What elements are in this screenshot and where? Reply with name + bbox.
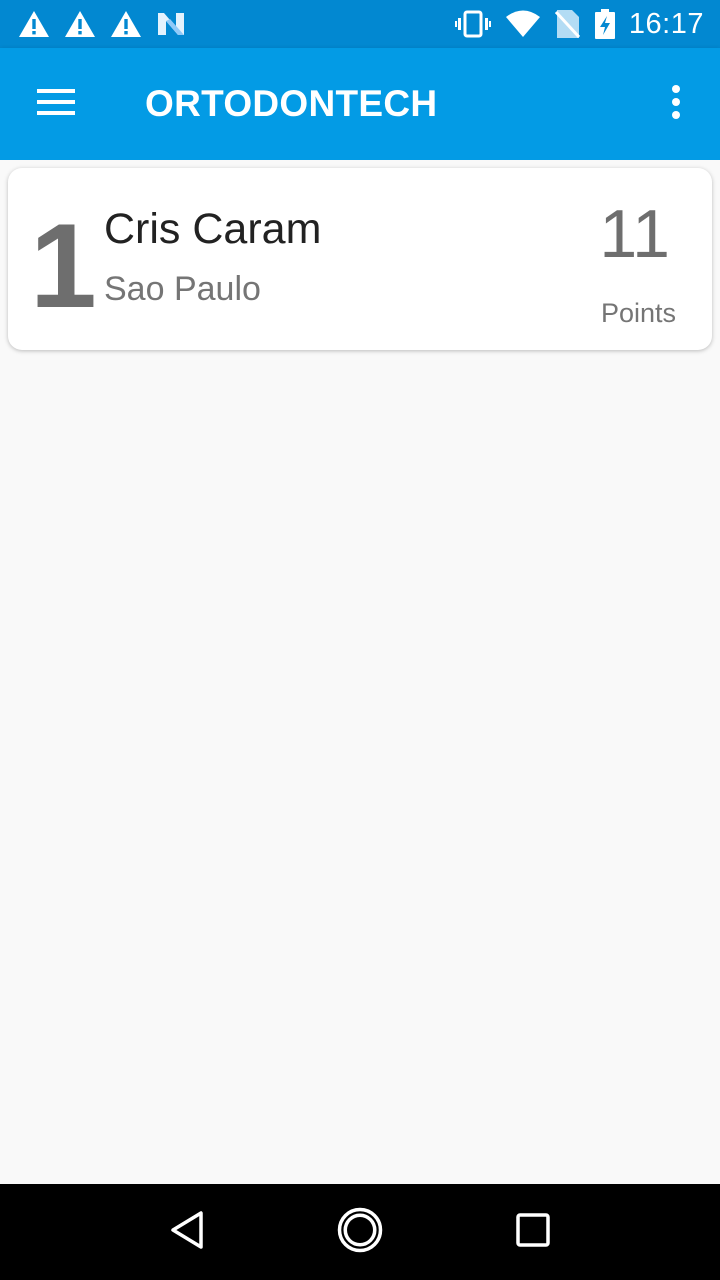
points-label: Points <box>600 298 676 328</box>
back-icon <box>169 1210 205 1255</box>
recents-button[interactable] <box>485 1184 581 1280</box>
clock: 16:17 <box>628 7 704 40</box>
recents-icon <box>516 1212 551 1252</box>
vibrate-icon <box>454 10 491 38</box>
app-title: ORTODONTECH <box>145 83 438 124</box>
home-icon <box>337 1207 383 1258</box>
status-notifications <box>18 10 200 38</box>
player-city: Sao Paulo <box>104 270 261 308</box>
overflow-menu-button[interactable] <box>632 48 720 160</box>
wifi-icon <box>505 10 541 38</box>
warning-icon <box>64 10 96 38</box>
n-notification-icon <box>156 11 186 37</box>
points-value: 11 <box>599 196 670 272</box>
player-name: Cris Caram <box>104 205 322 253</box>
more-vert-icon <box>671 84 681 124</box>
no-sim-icon <box>554 9 581 39</box>
ranking-list: 1 Cris Caram Sao Paulo 11 Points <box>0 160 720 1184</box>
navigation-bar <box>0 1184 720 1280</box>
rank-number: 1 <box>30 199 97 333</box>
ranking-card[interactable]: 1 Cris Caram Sao Paulo 11 Points <box>8 168 712 350</box>
app-bar: ORTODONTECH <box>0 48 720 160</box>
warning-icon <box>110 10 142 38</box>
hamburger-menu-icon <box>37 88 75 121</box>
menu-button[interactable] <box>0 48 112 160</box>
battery-charging-icon <box>594 9 615 39</box>
warning-icon <box>18 10 50 38</box>
home-button[interactable] <box>312 1184 408 1280</box>
status-bar: 16:17 <box>0 0 720 48</box>
back-button[interactable] <box>139 1184 235 1280</box>
status-system: 16:17 <box>441 8 704 41</box>
